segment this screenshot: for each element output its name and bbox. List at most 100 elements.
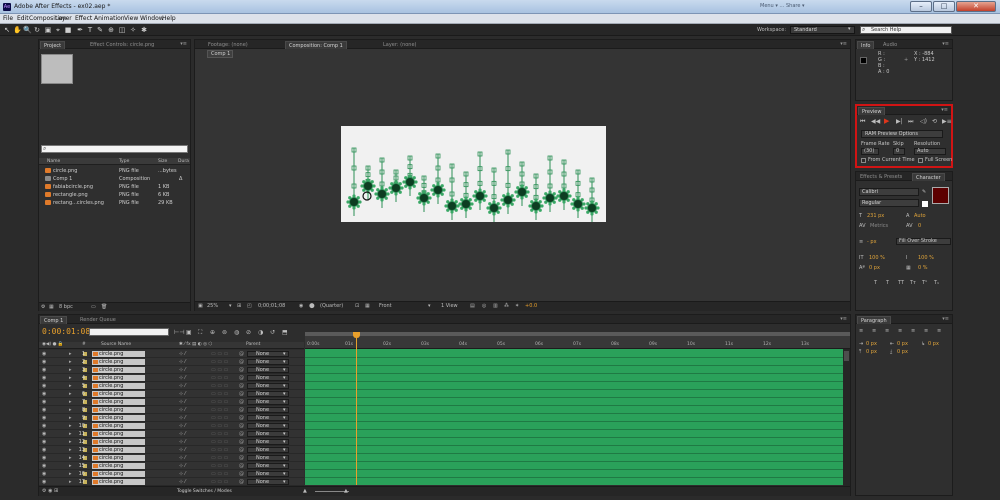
- eraser-tool-icon[interactable]: ◫: [118, 26, 126, 34]
- last-frame-button[interactable]: ⏭: [908, 118, 913, 126]
- tab-render-queue[interactable]: Render Queue: [77, 316, 119, 324]
- layer-mode-boxes[interactable]: ▭ ▭ ▭: [211, 471, 228, 477]
- space-before-value[interactable]: 0 px: [866, 349, 877, 355]
- expand-layer-icon[interactable]: ▸: [69, 471, 72, 477]
- comp-mini-flowchart-icon[interactable]: ⊢⊣: [174, 329, 184, 336]
- layer-mode-boxes[interactable]: ▭ ▭ ▭: [211, 447, 228, 453]
- visibility-eye-icon[interactable]: ◉: [42, 367, 46, 373]
- timeline-icon[interactable]: ▥: [493, 303, 498, 309]
- always-preview-icon[interactable]: ▣: [198, 303, 203, 309]
- current-time-indicator[interactable]: [356, 332, 357, 485]
- layer-row[interactable]: ◉ ▸ 10 circle.png ⊹ ⁄ ▭ ▭ ▭ @ None ▾: [39, 422, 304, 430]
- layer-switches[interactable]: ⊹ ⁄: [179, 455, 186, 461]
- panel-menu-icon[interactable]: ▾≡: [840, 41, 847, 47]
- visibility-eye-icon[interactable]: ◉: [42, 359, 46, 365]
- layer-source-name[interactable]: circle.png: [92, 463, 145, 469]
- play-button[interactable]: ▶: [884, 117, 889, 125]
- project-item[interactable]: Comp 1 Composition Δ: [41, 175, 188, 183]
- expand-layer-icon[interactable]: ▸: [69, 399, 72, 405]
- zoom-tool-icon[interactable]: 🔍: [23, 26, 32, 34]
- visibility-eye-icon[interactable]: ◉: [42, 439, 46, 445]
- zoom-out-icon[interactable]: ▲: [303, 488, 307, 494]
- layer-source-name[interactable]: circle.png: [92, 351, 145, 357]
- layer-source-name[interactable]: circle.png: [92, 359, 145, 365]
- layer-search-input[interactable]: [89, 328, 169, 336]
- maximize-button[interactable]: □: [933, 1, 955, 12]
- visibility-eye-icon[interactable]: ◉: [42, 399, 46, 405]
- layer-mode-boxes[interactable]: ▭ ▭ ▭: [211, 431, 228, 437]
- layer-switches[interactable]: ⊹ ⁄: [179, 359, 186, 365]
- menu-view[interactable]: View: [124, 15, 138, 22]
- panel-menu-icon[interactable]: ▾≡: [180, 41, 187, 47]
- pendant-shape[interactable]: [346, 147, 362, 216]
- tab-effects-presets[interactable]: Effects & Presets: [857, 173, 905, 181]
- motion-blur-icon[interactable]: ⊚: [222, 329, 227, 336]
- camera-tool-icon[interactable]: ▣: [44, 26, 52, 34]
- ram-preview-options-select[interactable]: RAM Preview Options: [861, 130, 943, 138]
- menu-window[interactable]: Window: [140, 15, 164, 22]
- search-help-input[interactable]: Search Help: [860, 26, 952, 34]
- font-style-button[interactable]: Tт: [910, 280, 916, 286]
- eyedropper-icon[interactable]: ✎: [922, 189, 926, 195]
- stroke-width-value[interactable]: - px: [867, 239, 877, 245]
- bit-depth-button[interactable]: 8 bpc: [59, 304, 73, 310]
- menu-layer[interactable]: Layer: [55, 15, 72, 22]
- region-of-interest-icon[interactable]: ⊡: [355, 303, 359, 309]
- expand-layer-icon[interactable]: ▸: [69, 447, 72, 453]
- pendant-shape[interactable]: [556, 159, 572, 210]
- column-type[interactable]: Type: [119, 159, 129, 164]
- expand-layer-icon[interactable]: ▸: [69, 479, 72, 485]
- font-style-button[interactable]: T: [886, 280, 889, 286]
- previous-frame-button[interactable]: ◀◀: [871, 118, 880, 125]
- expand-layer-icon[interactable]: ▸: [69, 407, 72, 413]
- layer-source-name[interactable]: circle.png: [92, 439, 145, 445]
- layer-mode-boxes[interactable]: ▭ ▭ ▭: [211, 383, 228, 389]
- column-size[interactable]: Size: [158, 159, 167, 164]
- visibility-eye-icon[interactable]: ◉: [42, 415, 46, 421]
- scrollbar-thumb[interactable]: [844, 351, 849, 361]
- visibility-eye-icon[interactable]: ◉: [42, 447, 46, 453]
- tab-project[interactable]: Project: [40, 41, 66, 49]
- font-style-button[interactable]: T¹: [922, 280, 927, 286]
- visibility-eye-icon[interactable]: ◉: [42, 383, 46, 389]
- draft-3d-icon[interactable]: ▣: [186, 329, 192, 336]
- pick-whip-icon[interactable]: @: [239, 439, 244, 445]
- current-time-display[interactable]: 0:00:01:08: [42, 327, 90, 336]
- layer-row[interactable]: ◉ ▸ 3 circle.png ⊹ ⁄ ▭ ▭ ▭ @ None ▾: [39, 366, 304, 374]
- ram-preview-button[interactable]: ▶≡: [942, 118, 952, 125]
- layer-row[interactable]: ◉ ▸ 1 circle.png ⊹ ⁄ ▭ ▭ ▭ @ None ▾: [39, 350, 304, 358]
- rectangle-tool-icon[interactable]: ■: [64, 26, 72, 34]
- mute-audio-button[interactable]: ◁): [920, 118, 927, 125]
- layer-row[interactable]: ◉ ▸ 15 circle.png ⊹ ⁄ ▭ ▭ ▭ @ None ▾: [39, 462, 304, 470]
- pendant-shape[interactable]: [542, 155, 558, 212]
- align-paragraph-button[interactable]: ≡: [872, 328, 876, 334]
- expand-layer-icon[interactable]: ▸: [69, 455, 72, 461]
- layer-mode-boxes[interactable]: ▭ ▭ ▭: [211, 367, 228, 373]
- layer-mode-boxes[interactable]: ▭ ▭ ▭: [211, 423, 228, 429]
- layer-switches[interactable]: ⊹ ⁄: [179, 383, 186, 389]
- pick-whip-icon[interactable]: @: [239, 399, 244, 405]
- column-source-name[interactable]: Source Name: [101, 342, 131, 347]
- pan-behind-tool-icon[interactable]: ⌖: [54, 26, 62, 34]
- layer-switches[interactable]: ⊹ ⁄: [179, 375, 186, 381]
- new-folder-icon[interactable]: ▦: [49, 304, 54, 310]
- align-paragraph-button[interactable]: ≡: [859, 328, 863, 334]
- layer-switches[interactable]: ⊹ ⁄: [179, 415, 186, 421]
- layer-source-name[interactable]: circle.png: [92, 367, 145, 373]
- expand-layer-icon[interactable]: ▸: [69, 359, 72, 365]
- layer-source-name[interactable]: circle.png: [92, 447, 145, 453]
- layer-switches[interactable]: ⊹ ⁄: [179, 471, 186, 477]
- layer-source-name[interactable]: circle.png: [92, 479, 145, 485]
- font-size-value[interactable]: 231 px: [867, 213, 884, 219]
- panel-menu-icon[interactable]: ▾≡: [941, 107, 948, 113]
- project-search-input[interactable]: ⌕: [41, 145, 188, 153]
- visibility-eye-icon[interactable]: ◉: [42, 463, 46, 469]
- layer-mode-boxes[interactable]: ▭ ▭ ▭: [211, 463, 228, 469]
- expand-layer-icon[interactable]: ▸: [69, 351, 72, 357]
- expand-layer-icon[interactable]: ▸: [69, 383, 72, 389]
- resolution-select[interactable]: (Quarter): [320, 303, 343, 309]
- layer-switches[interactable]: ⊹ ⁄: [179, 439, 186, 445]
- kerning-value[interactable]: Metrics: [870, 223, 888, 229]
- pendant-shape[interactable]: [500, 149, 516, 214]
- font-style-button[interactable]: T: [874, 280, 877, 286]
